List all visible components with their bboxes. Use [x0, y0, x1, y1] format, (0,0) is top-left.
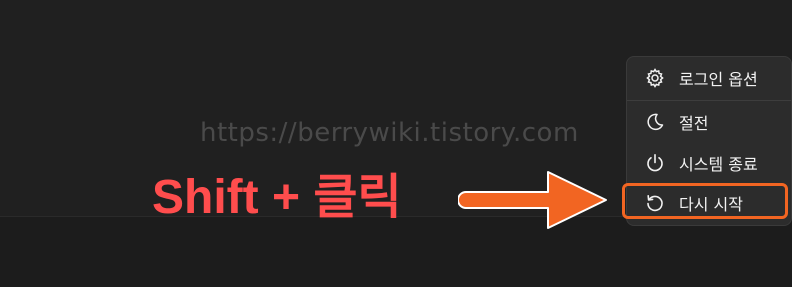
menu-item-label: 시스템 종료	[679, 155, 758, 174]
menu-divider	[627, 100, 791, 101]
menu-item-shutdown[interactable]: 시스템 종료	[627, 145, 791, 181]
menu-item-sleep[interactable]: 절전	[627, 104, 791, 140]
menu-item-label: 절전	[679, 114, 709, 133]
gear-icon	[643, 66, 667, 90]
moon-icon	[643, 110, 667, 134]
annotation-arrow	[458, 171, 607, 229]
restart-highlight-box	[622, 183, 788, 219]
annotation-text: Shift + 클릭	[152, 171, 402, 224]
menu-item-signin-options[interactable]: 로그인 옵션	[627, 60, 791, 96]
watermark-text: https://berrywiki.tistory.com	[200, 118, 579, 148]
power-icon	[643, 151, 667, 175]
menu-item-label: 로그인 옵션	[679, 70, 758, 89]
